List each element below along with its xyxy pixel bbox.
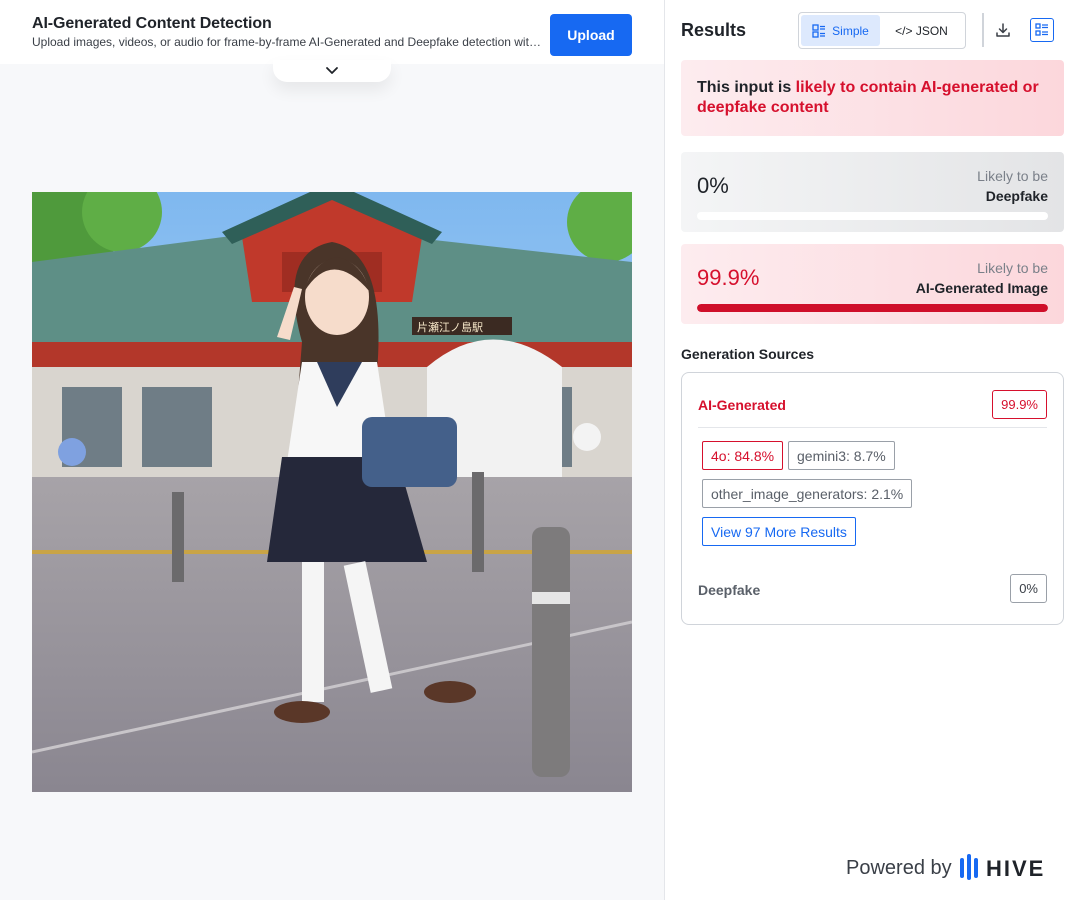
simple-view-icon	[812, 23, 826, 38]
ai-generated-score-label-line2: AI-Generated Image	[915, 280, 1048, 296]
deepfake-score-card: 0% Likely to be Deepfake	[681, 152, 1064, 232]
powered-by-text: Powered by	[846, 857, 952, 879]
deepfake-source-label: Deepfake	[698, 582, 761, 598]
chevron-down-icon	[326, 67, 338, 74]
toolbar-separator	[982, 13, 984, 47]
source-chip-other-image-generators: other_image_generators: 2.1%	[702, 479, 913, 508]
source-chip-4o: 4o: 84.8%	[702, 441, 784, 470]
json-view-label: </> JSON	[895, 23, 948, 38]
generation-sources-title: Generation Sources	[681, 346, 815, 362]
download-icon	[996, 23, 1010, 37]
deepfake-score-value: 0%	[697, 173, 729, 198]
deepfake-score-label-line1: Likely to be	[977, 168, 1048, 184]
uploaded-image-preview: 片瀬江ノ島駅	[32, 192, 632, 792]
list-view-icon	[1035, 23, 1048, 36]
generation-sources-card: AI-Generated 99.9% 4o: 84.8% gemini3: 8.…	[681, 372, 1064, 625]
page-subtitle: Upload images, videos, or audio for fram…	[32, 35, 542, 49]
source-chip-gemini3: gemini3: 8.7%	[788, 441, 895, 470]
left-panel: AI-Generated Content Detection Upload im…	[0, 0, 664, 900]
view-more-results-button[interactable]: View 97 More Results	[702, 517, 856, 546]
ai-generated-progress-fill	[697, 304, 1048, 312]
deepfake-progress-bar	[697, 212, 1048, 220]
station-sign-text: 片瀬江ノ島駅	[417, 320, 483, 334]
results-panel: Results Simple </> JSON This input is li…	[665, 0, 1080, 900]
ai-generated-score-value: 99.9%	[697, 265, 760, 290]
deepfake-score-label-line2: Deepfake	[985, 188, 1048, 204]
top-bar: AI-Generated Content Detection Upload im…	[0, 0, 664, 64]
simple-view-label: Simple	[832, 23, 869, 38]
hive-brand-text: HIVE	[986, 856, 1045, 881]
deepfake-source-badge: 0%	[1010, 574, 1047, 603]
download-button[interactable]	[992, 19, 1014, 41]
ai-generated-score-card: 99.9% Likely to be AI-Generated Image	[681, 244, 1064, 324]
verdict-prefix: This input is	[697, 79, 796, 96]
json-view-button[interactable]: </> JSON	[880, 15, 963, 46]
list-view-button[interactable]	[1030, 18, 1054, 42]
deepfake-score-label: Likely to be Deepfake	[977, 166, 1048, 206]
generation-sources-separator	[698, 427, 1047, 428]
expand-toggle[interactable]	[273, 60, 391, 82]
ai-generated-source-label: AI-Generated	[698, 397, 786, 413]
verdict-summary: This input is likely to contain AI-gener…	[681, 60, 1064, 136]
simple-view-button[interactable]: Simple	[801, 15, 880, 46]
ai-generated-score-label: Likely to be AI-Generated Image	[916, 258, 1048, 298]
hive-logo: HIVE	[960, 854, 1045, 881]
ai-generated-source-badge: 99.9%	[992, 390, 1047, 419]
view-toggle: Simple </> JSON	[798, 12, 966, 49]
page-title: AI-Generated Content Detection	[32, 15, 272, 32]
ai-generated-score-label-line1: Likely to be	[977, 260, 1048, 276]
upload-button[interactable]: Upload	[550, 14, 632, 56]
results-title: Results	[681, 20, 747, 40]
ai-generated-progress-bar	[697, 304, 1048, 312]
